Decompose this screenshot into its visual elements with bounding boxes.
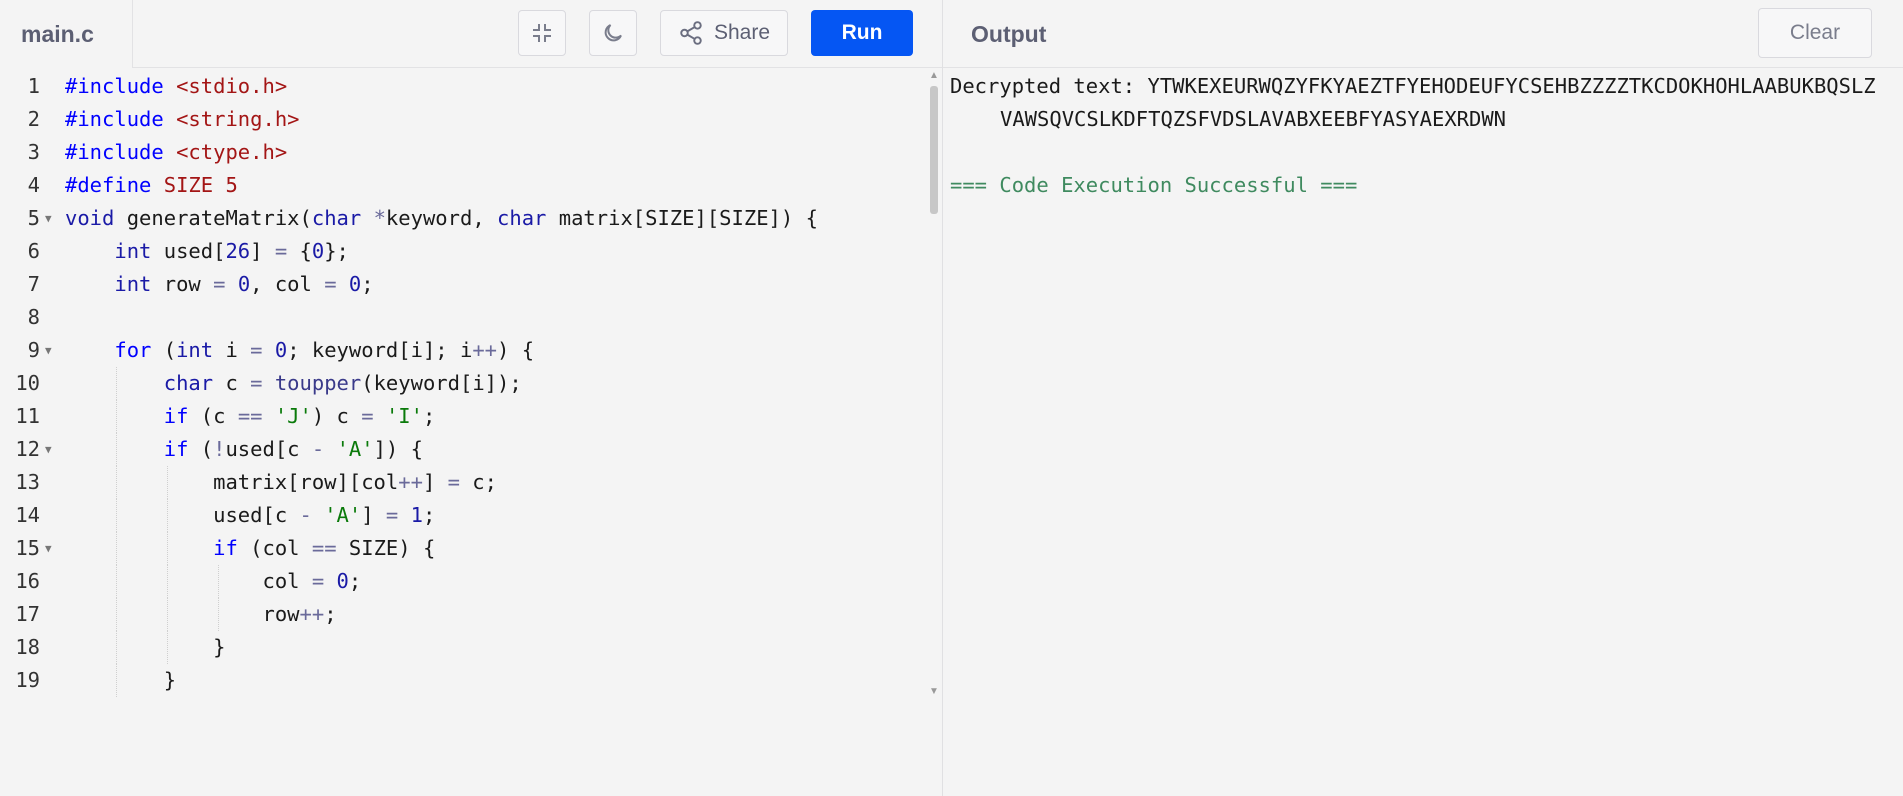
share-icon: [680, 21, 702, 45]
code-line[interactable]: 13 matrix[row][col++] = c;: [0, 466, 942, 499]
code-text: void generateMatrix(char *keyword, char …: [65, 206, 818, 230]
line-number: 1: [27, 74, 40, 98]
code-line[interactable]: 17 row++;: [0, 598, 942, 631]
run-button[interactable]: Run: [811, 10, 913, 56]
line-number: 18: [15, 635, 40, 659]
code-line[interactable]: 7 int row = 0, col = 0;: [0, 268, 942, 301]
code-line[interactable]: 9 ▼ for (int i = 0; keyword[i]; i++) {: [0, 334, 942, 367]
code-line[interactable]: 5 ▼ void generateMatrix(char *keyword, cha…: [0, 202, 942, 235]
code-text: #include <string.h>: [65, 107, 300, 131]
code-line[interactable]: 3 #include <ctype.h>: [0, 136, 942, 169]
code-line[interactable]: 19 }: [0, 664, 942, 697]
share-label: Share: [713, 21, 771, 44]
code-text: if (!used[c - 'A']) {: [163, 437, 423, 461]
line-number: 12: [15, 437, 40, 461]
line-number: 11: [15, 404, 40, 428]
fold-arrow-icon[interactable]: ▼: [45, 433, 52, 466]
code-line[interactable]: 14 used[c - 'A'] = 1;: [0, 499, 942, 532]
code-text: int row = 0, col = 0;: [114, 272, 374, 296]
fold-arrow-icon[interactable]: ▼: [45, 202, 52, 235]
code-text: row++;: [65, 602, 337, 626]
code-text: matrix[row][col++] = c;: [65, 470, 497, 494]
code-line[interactable]: 8: [0, 301, 942, 334]
output-toolbar: Output Clear: [943, 0, 1903, 68]
scroll-down-arrow-icon[interactable]: ▼: [928, 686, 940, 697]
fold-arrow-icon[interactable]: ▼: [45, 532, 52, 565]
code-text: col = 0;: [65, 569, 362, 593]
moon-icon: [604, 24, 622, 42]
code-text: used[c - 'A'] = 1;: [65, 503, 436, 527]
code-text: for (int i = 0; keyword[i]; i++) {: [114, 338, 535, 362]
code-text: char c = toupper(keyword[i]);: [163, 371, 522, 395]
scrollbar-thumb[interactable]: [930, 86, 938, 214]
code-line[interactable]: 10 char c = toupper(keyword[i]);: [0, 367, 942, 400]
line-number: 13: [15, 470, 40, 494]
line-number: 14: [15, 503, 40, 527]
file-tab-main-c[interactable]: main.c: [0, 0, 133, 68]
line-number: 5: [27, 206, 40, 230]
line-number: 16: [15, 569, 40, 593]
line-number: 2: [27, 107, 40, 131]
line-number: 4: [27, 173, 40, 197]
scroll-up-arrow-icon[interactable]: ▲: [928, 70, 940, 81]
code-line[interactable]: 12 ▼ if (!used[c - 'A']) {: [0, 433, 942, 466]
code-text: }: [65, 668, 177, 692]
code-editor[interactable]: 1 #include <stdio.h> 2 #include <string.h> 3…: [0, 70, 942, 796]
theme-toggle-button[interactable]: [589, 10, 637, 56]
output-console: Decrypted text: YTWKEXEURWQZYFKYAEZTFYEH…: [950, 70, 1890, 202]
code-line[interactable]: 1 #include <stdio.h>: [0, 70, 942, 103]
code-line[interactable]: 16 col = 0;: [0, 565, 942, 598]
code-text: #include <ctype.h>: [65, 140, 288, 164]
output-line: Decrypted text: YTWKEXEURWQZYFKYAEZTFYEH…: [950, 74, 1876, 98]
line-number: 8: [27, 305, 40, 329]
collapse-button[interactable]: [518, 10, 566, 56]
collapse-icon: [533, 24, 551, 42]
code-line[interactable]: 4 #define SIZE 5: [0, 169, 942, 202]
output-line: VAWSQVCSLKDFTQZSFVDSLAVABXEEBFYASYAEXRDW…: [1000, 107, 1507, 131]
output-blank-line: [950, 136, 1890, 169]
code-line[interactable]: 15 ▼ if (col == SIZE) {: [0, 532, 942, 565]
output-panel: Output Clear Decrypted text: YTWKEXEURWQ…: [943, 0, 1903, 796]
line-number: 17: [15, 602, 40, 626]
execution-status: === Code Execution Successful ===: [950, 173, 1358, 197]
output-title: Output: [971, 20, 1047, 47]
line-number: 10: [15, 371, 40, 395]
fold-arrow-icon[interactable]: ▼: [45, 334, 52, 367]
line-number: 7: [27, 272, 40, 296]
editor-scrollbar[interactable]: ▲ ▼: [928, 70, 940, 706]
editor-toolbar: main.c Share Run: [0, 0, 942, 68]
code-text: #include <stdio.h>: [65, 74, 288, 98]
line-number: 3: [27, 140, 40, 164]
code-line[interactable]: 6 int used[26] = {0};: [0, 235, 942, 268]
line-number: 19: [15, 668, 40, 692]
line-number: 9: [27, 338, 40, 362]
clear-button[interactable]: Clear: [1758, 8, 1872, 58]
line-number: 6: [27, 239, 40, 263]
code-text: if (col == SIZE) {: [213, 536, 436, 560]
code-text: }: [65, 635, 226, 659]
code-line[interactable]: 18 }: [0, 631, 942, 664]
code-line[interactable]: 2 #include <string.h>: [0, 103, 942, 136]
code-line[interactable]: 11 if (c == 'J') c = 'I';: [0, 400, 942, 433]
editor-panel: main.c Share Run 1 #include <stdio.h> 2 #in…: [0, 0, 942, 796]
code-text: if (c == 'J') c = 'I';: [163, 404, 436, 428]
code-text: #define SIZE 5: [65, 173, 238, 197]
line-number: 15: [15, 536, 40, 560]
code-text: int used[26] = {0};: [114, 239, 349, 263]
share-button[interactable]: Share: [660, 10, 788, 56]
